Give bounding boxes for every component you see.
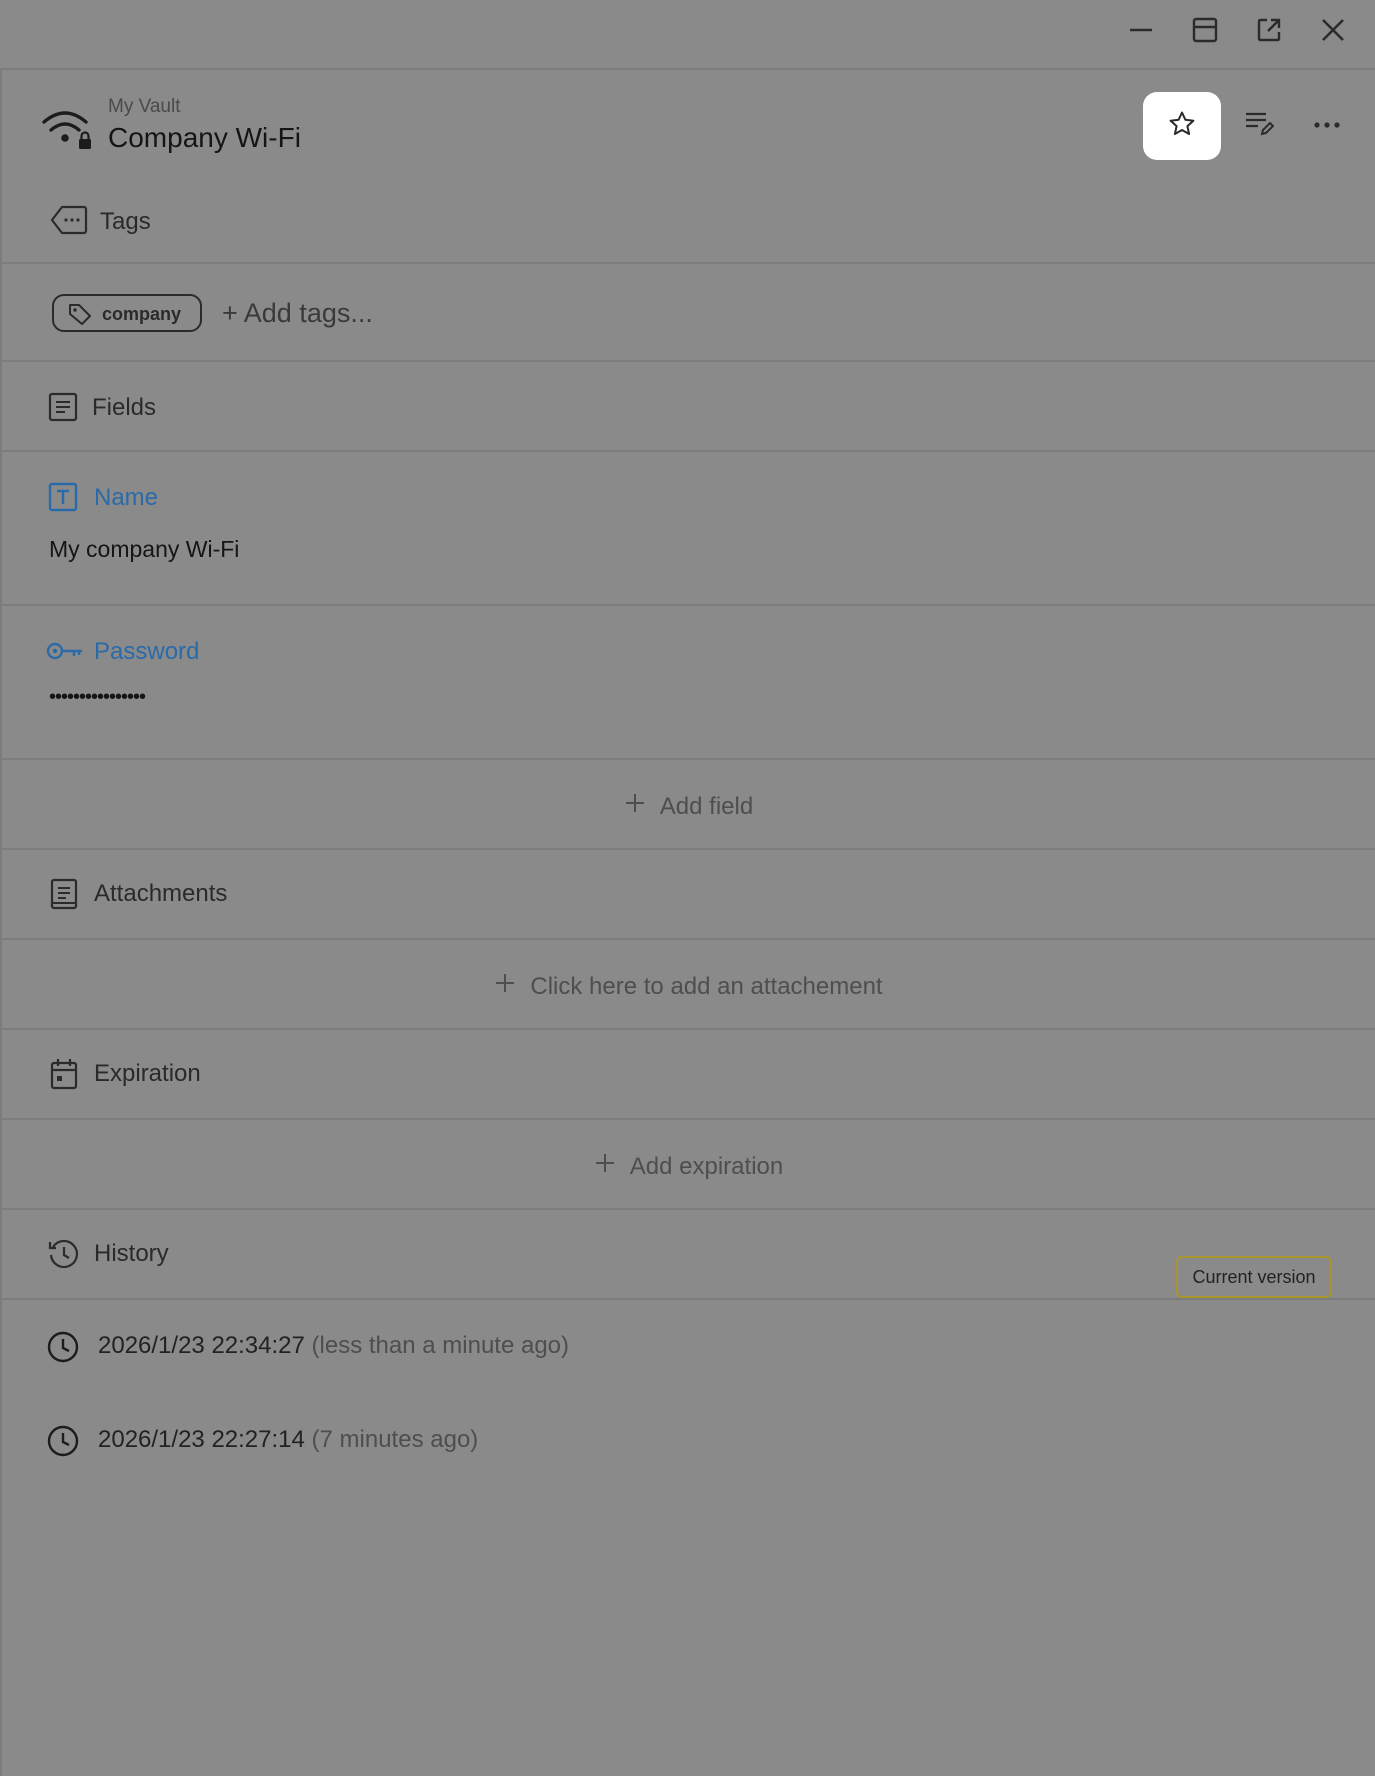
clock-icon [46, 1424, 80, 1463]
current-version-badge: Current version [1176, 1256, 1332, 1298]
password-field-label: Password [94, 638, 200, 665]
history-date: 2026/1/23 22:27:14 [98, 1426, 305, 1453]
text-field-icon [48, 482, 78, 517]
favorite-button[interactable] [1143, 92, 1221, 160]
history-entry[interactable]: 2026/1/23 22:27:14 (7 minutes ago) [0, 1414, 1375, 1474]
fields-list-icon [48, 392, 78, 427]
add-attachment-label: Click here to add an attachement [530, 972, 883, 1000]
plus-icon [624, 792, 646, 821]
plus-icon [494, 972, 516, 1001]
name-field-value: My company Wi-Fi [49, 536, 240, 562]
more-icon [1313, 116, 1341, 134]
star-icon [1168, 110, 1196, 143]
fields-section-label: Fields [92, 394, 157, 421]
name-field[interactable]: Name My company Wi-Fi [2, 452, 1375, 606]
calendar-icon [50, 1058, 78, 1095]
fields-section-header: Fields [2, 362, 1375, 452]
history-relative-time: (7 minutes ago) [311, 1426, 479, 1453]
more-options-button[interactable] [1304, 102, 1350, 148]
expiration-section-label: Expiration [94, 1060, 201, 1087]
wifi-lock-icon [42, 108, 94, 157]
attachments-section-header: Attachments [2, 850, 1375, 940]
history-date: 2026/1/23 22:34:27 [98, 1332, 305, 1359]
attachment-document-icon [50, 878, 78, 915]
maximize-icon[interactable] [1185, 10, 1225, 50]
tags-section-header: Tags [2, 180, 1375, 264]
add-field-label: Add field [659, 792, 754, 820]
tags-section-label: Tags [100, 208, 151, 235]
close-icon[interactable] [1313, 10, 1353, 50]
clock-icon [46, 1330, 80, 1369]
vault-name: My Vault [108, 96, 181, 117]
open-external-icon[interactable] [1249, 10, 1289, 50]
history-relative-time: (less than a minute ago) [311, 1332, 570, 1359]
add-attachment-button[interactable]: Click here to add an attachement [2, 972, 1375, 1001]
history-icon [48, 1238, 80, 1275]
tags-row [2, 264, 1375, 362]
add-expiration-button[interactable]: Add expiration [2, 1152, 1375, 1181]
add-tags-button[interactable]: + Add tags... [222, 298, 373, 329]
history-entry[interactable]: 2026/1/23 22:34:27 (less than a minute a… [0, 1320, 1375, 1380]
attachments-section-label: Attachments [94, 880, 228, 907]
history-section-label: History [94, 1240, 169, 1267]
tag-outline-icon [50, 204, 88, 241]
item-detail-panel: My Vault Company Wi-Fi Tags company + Ad… [0, 68, 1375, 1776]
plus-icon [594, 1152, 616, 1181]
add-field-button[interactable]: Add field [2, 792, 1375, 821]
tag-icon [68, 303, 92, 330]
password-field-value: •••••••••••••••• [49, 686, 146, 708]
add-expiration-label: Add expiration [629, 1152, 784, 1180]
name-field-label: Name [94, 484, 159, 511]
item-title: Company Wi-Fi [108, 122, 301, 153]
password-field[interactable]: Password •••••••••••••••• [2, 606, 1375, 760]
edit-button[interactable] [1236, 102, 1282, 148]
expiration-section-header: Expiration [2, 1030, 1375, 1120]
key-icon [46, 638, 84, 669]
window-titlebar [0, 0, 1375, 68]
minimize-icon[interactable] [1121, 10, 1161, 50]
tag-chip[interactable]: company [52, 294, 202, 332]
tag-chip-label: company [102, 304, 182, 324]
item-header: My Vault Company Wi-Fi [2, 70, 1375, 180]
history-section-header: History [2, 1210, 1375, 1300]
edit-list-icon [1244, 108, 1275, 143]
